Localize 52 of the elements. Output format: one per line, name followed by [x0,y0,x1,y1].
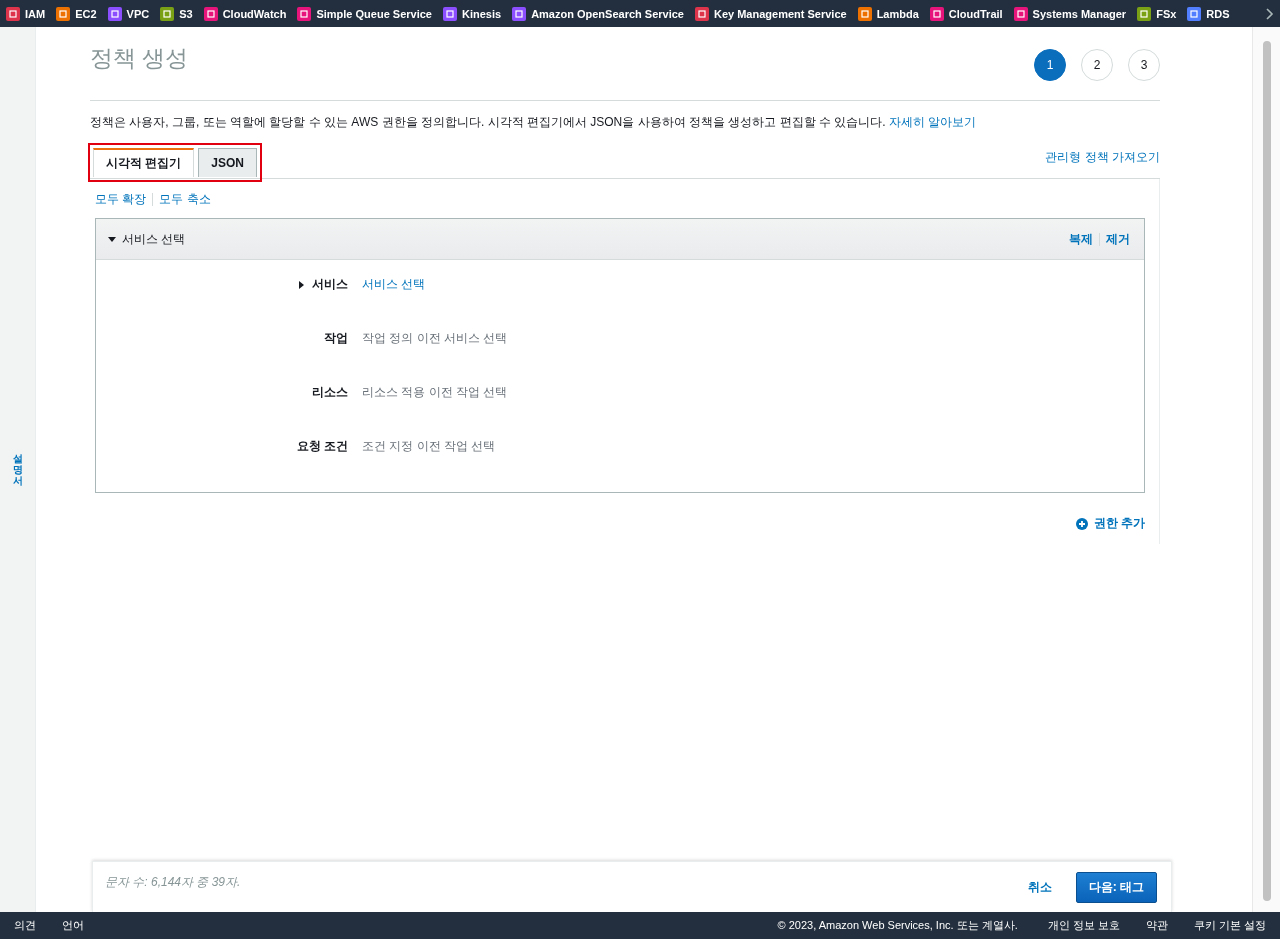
service-shortcut[interactable]: Kinesis [443,6,502,21]
service-shortcut[interactable]: Systems Manager [1013,6,1127,21]
scrollbar-thumb[interactable] [1262,41,1271,901]
service-shortcut[interactable]: RDS [1187,6,1230,21]
caret-icon[interactable] [108,236,116,242]
footer-link[interactable]: 개인 정보 보호 [1047,918,1120,933]
footer-link[interactable]: 언어 [62,918,84,933]
field-hint: 리소스 적용 이전 작업 선택 [362,385,508,399]
section-action-link[interactable]: 복제 [1069,230,1093,248]
next-button[interactable]: 다음: 태그 [1075,871,1157,903]
service-shortcut[interactable]: Key Management Service [694,6,847,21]
step-indicator: 2 [1081,49,1113,81]
service-shortcut[interactable]: Lambda [857,6,919,21]
footer-link[interactable]: 쿠키 기본 설정 [1193,918,1266,933]
service-shortcut[interactable]: VPC [107,6,150,21]
field-hint: 조건 지정 이전 작업 선택 [362,439,496,453]
service-shortcut[interactable]: CloudTrail [929,6,1003,21]
chevron-right-icon[interactable] [1265,7,1274,20]
field-label: 리소스 [312,384,348,401]
caret-icon[interactable] [299,280,304,289]
page-title: 정책 생성 [90,44,189,73]
field-label: 요청 조건 [296,438,348,455]
section-action-link[interactable]: 제거 [1106,230,1130,248]
import-policy-link[interactable]: 관리형 정책 가져오기 [1045,149,1160,166]
plus-circle-icon [1075,517,1088,530]
character-count: 문자 수: 6,144자 중 39자. [105,874,242,891]
sidebar-tab[interactable]: 설명서 [12,453,23,486]
choose-service-link[interactable]: 서비스 선택 [362,277,426,291]
field-label: 작업 [324,330,348,347]
editor-tab[interactable]: 시각적 편집기 [93,148,195,177]
copyright-text: © 2023, Amazon Web Services, Inc. 또는 계열사. [777,918,1018,933]
add-permission-link[interactable]: 권한 추가 [1075,515,1145,532]
footer-link[interactable]: 의견 [14,918,36,933]
step-indicator: 3 [1128,49,1160,81]
description-text: 정책은 사용자, 그룹, 또는 역할에 할당할 수 있는 AWS 권한을 정의합니다. 시각적 편집기에서 JSON을 사용하여 정책을 생성하고 편집할 수 있습니다. 자세히 알아보기 [90,115,978,129]
field-hint: 작업 정의 이전 서비스 선택 [362,331,508,345]
step-indicator: 1 [1034,49,1066,81]
service-shortcut[interactable]: CloudWatch [203,6,287,21]
expand-all-link[interactable]: 모두 확장 [95,191,147,208]
collapse-all-link[interactable]: 모두 축소 [159,191,211,208]
section-title: 서비스 선택 [122,230,187,248]
service-shortcut[interactable]: Amazon OpenSearch Service [512,6,684,21]
service-shortcut[interactable]: Simple Queue Service [297,6,432,21]
service-shortcut[interactable]: IAM [6,6,46,21]
editor-tab[interactable]: JSON [198,148,258,177]
field-label: 서비스 [312,276,348,293]
footer-link[interactable]: 약관 [1145,918,1168,933]
cancel-link[interactable]: 취소 [1027,878,1052,896]
learn-more-link[interactable]: 자세히 알아보기 [888,115,977,129]
service-shortcut[interactable]: S3 [160,6,193,21]
service-shortcut[interactable]: FSx [1137,6,1177,21]
service-shortcut[interactable]: EC2 [56,6,97,21]
